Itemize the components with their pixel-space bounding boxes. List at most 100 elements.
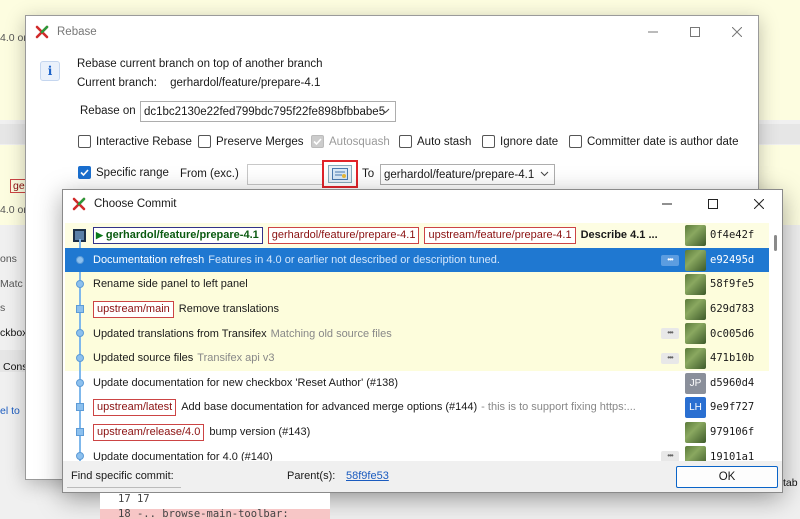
background-text: ons	[0, 253, 17, 265]
diff-view: 17 17 18 -.. browse-main-toolbar:	[100, 493, 330, 519]
commit-row[interactable]: Update documentation for new checkbox 'R…	[65, 370, 769, 396]
minimize-button[interactable]	[632, 16, 674, 48]
choose-commit-titlebar: Choose Commit	[63, 190, 782, 218]
minimize-icon	[648, 31, 658, 33]
commit-body: - this is to support fixing https:...	[481, 401, 636, 414]
find-commit-input[interactable]	[67, 487, 181, 488]
more-icon: •••	[661, 353, 679, 364]
commit-sha: 9e9f727	[710, 401, 755, 414]
background-text: s	[0, 302, 6, 314]
commit-body: Transifex api v3	[197, 352, 275, 365]
commit-grid[interactable]: ▶ gerhardol/feature/prepare-4.1 gerhardol…	[65, 223, 769, 461]
to-label: To	[362, 168, 375, 180]
commit-subject: Updated translations from Transifex	[93, 327, 267, 340]
commit-sha: 58f9fe5	[710, 278, 755, 291]
from-input[interactable]	[247, 164, 323, 185]
commit-node	[76, 427, 84, 436]
vertical-scrollbar[interactable]	[769, 223, 782, 461]
background-text: ckbox	[0, 327, 28, 339]
commit-message-cell: upstream/main Remove translations	[93, 297, 279, 322]
choose-commit-button[interactable]	[322, 160, 358, 188]
branch-label-head: ▶ gerhardol/feature/prepare-4.1	[93, 226, 263, 244]
preserve-merges-checkbox[interactable]: Preserve Merges	[198, 135, 304, 148]
commit-row[interactable]: Update documentation for 4.0 (#140) ••• …	[65, 444, 769, 461]
commit-message-cell: Rename side panel to left panel	[93, 272, 248, 297]
author-avatar	[685, 323, 706, 345]
commit-row[interactable]: upstream/latest Add base documentation f…	[65, 395, 769, 421]
maximize-button[interactable]	[674, 16, 716, 48]
commit-row[interactable]: Updated translations from Transifex Matc…	[65, 321, 769, 347]
chevron-down-icon	[381, 106, 390, 118]
commit-node	[76, 280, 84, 289]
parents-label: Parent(s):	[287, 470, 336, 482]
auto-stash-checkbox[interactable]: Auto stash	[399, 135, 471, 148]
background-text: 4.0 or	[0, 32, 27, 44]
commit-sha: 19101a1	[710, 450, 755, 461]
branch-label: upstream/release/4.0	[93, 423, 205, 441]
caret-right-icon: ▶	[96, 229, 103, 240]
commit-body: Matching old source files	[270, 327, 392, 340]
current-branch-label: Current branch:	[77, 77, 157, 89]
commit-sha: 979106f	[710, 426, 755, 439]
scrollbar-thumb[interactable]	[774, 235, 777, 251]
current-branch-value: gerhardol/feature/prepare-4.1	[170, 77, 321, 89]
background-text: 4.0 or	[0, 204, 27, 216]
author-avatar	[685, 249, 706, 271]
parent-sha-link[interactable]: 58f9fe53	[346, 470, 389, 482]
check-icon	[80, 169, 89, 177]
maximize-icon	[708, 199, 718, 209]
more-icon: •••	[661, 328, 679, 340]
rebase-on-combo[interactable]: dc1bc2130e22fed799bdc795f22fe898bfbbabe5	[140, 101, 396, 122]
branch-label: upstream/feature/prepare-4.1	[424, 226, 576, 244]
git-extensions-icon	[35, 25, 49, 39]
author-avatar	[685, 421, 706, 443]
commit-row[interactable]: ▶ gerhardol/feature/prepare-4.1 gerhardol…	[65, 223, 769, 248]
to-value: gerhardol/feature/prepare-4.1	[384, 168, 535, 181]
author-avatar	[685, 274, 706, 296]
commit-picker-icon	[328, 165, 352, 183]
close-button[interactable]	[716, 16, 758, 48]
commit-row[interactable]: upstream/release/4.0 bump version (#143)…	[65, 419, 769, 445]
to-combo[interactable]: gerhardol/feature/prepare-4.1	[380, 164, 555, 185]
specific-range-checkbox[interactable]: Specific range	[78, 166, 169, 179]
branch-label: gerhardol/feature/prepare-4.1	[267, 226, 420, 244]
close-button[interactable]	[736, 190, 782, 218]
commit-message-cell: upstream/release/4.0 bump version (#143)	[93, 420, 310, 445]
ok-button[interactable]: OK	[676, 466, 778, 488]
commit-sha: 0f4e42f	[710, 229, 755, 242]
commit-row-selected[interactable]: Documentation refresh Features in 4.0 or…	[65, 247, 769, 273]
interactive-rebase-checkbox[interactable]: Interactive Rebase	[78, 135, 192, 148]
commit-row[interactable]: upstream/main Remove translations 629d78…	[65, 296, 769, 322]
info-icon: i	[40, 61, 60, 81]
minimize-icon	[662, 203, 672, 205]
commit-body: Features in 4.0 or earlier not described…	[208, 253, 500, 266]
committer-date-checkbox[interactable]: Committer date is author date	[569, 135, 739, 148]
commit-sha: 471b10b	[710, 352, 755, 365]
background-text: Matc	[0, 278, 23, 290]
commit-subject: Describe 4.1 ...	[580, 229, 658, 242]
choose-commit-footer: Find specific commit: Parent(s): 58f9fe5…	[63, 461, 782, 492]
maximize-button[interactable]	[690, 190, 736, 218]
author-avatar	[685, 298, 706, 320]
commit-subject: Update documentation for new checkbox 'R…	[93, 376, 399, 389]
commit-row[interactable]: Updated source files Transifex api v3 ••…	[65, 346, 769, 371]
author-avatar: JP	[685, 372, 706, 394]
git-extensions-icon	[72, 197, 86, 211]
find-commit-label[interactable]: Find specific commit:	[71, 470, 174, 482]
ignore-date-checkbox[interactable]: Ignore date	[482, 135, 558, 148]
rebase-title: Rebase	[57, 26, 97, 38]
from-label: From (exc.)	[180, 168, 239, 180]
commit-sha: 0c005d6	[710, 327, 755, 340]
background-link[interactable]: el to	[0, 405, 20, 417]
commit-row[interactable]: Rename side panel to left panel 58f9fe5	[65, 272, 769, 298]
diff-line-removed: 18 -.. browse-main-toolbar:	[100, 509, 330, 519]
commit-message-cell: Updated source files Transifex api v3	[93, 346, 275, 371]
choose-commit-dialog: Choose Commit ▶ gerhardol/feature/prepare…	[62, 189, 783, 493]
rebase-on-label: Rebase on	[80, 105, 136, 117]
background-tab[interactable]: Cons	[3, 361, 28, 373]
minimize-button[interactable]	[644, 190, 690, 218]
commit-sha: 629d783	[710, 303, 755, 316]
background-text: tab	[783, 477, 798, 489]
commit-subject: bump version (#143)	[209, 426, 311, 439]
commit-node	[76, 403, 84, 412]
